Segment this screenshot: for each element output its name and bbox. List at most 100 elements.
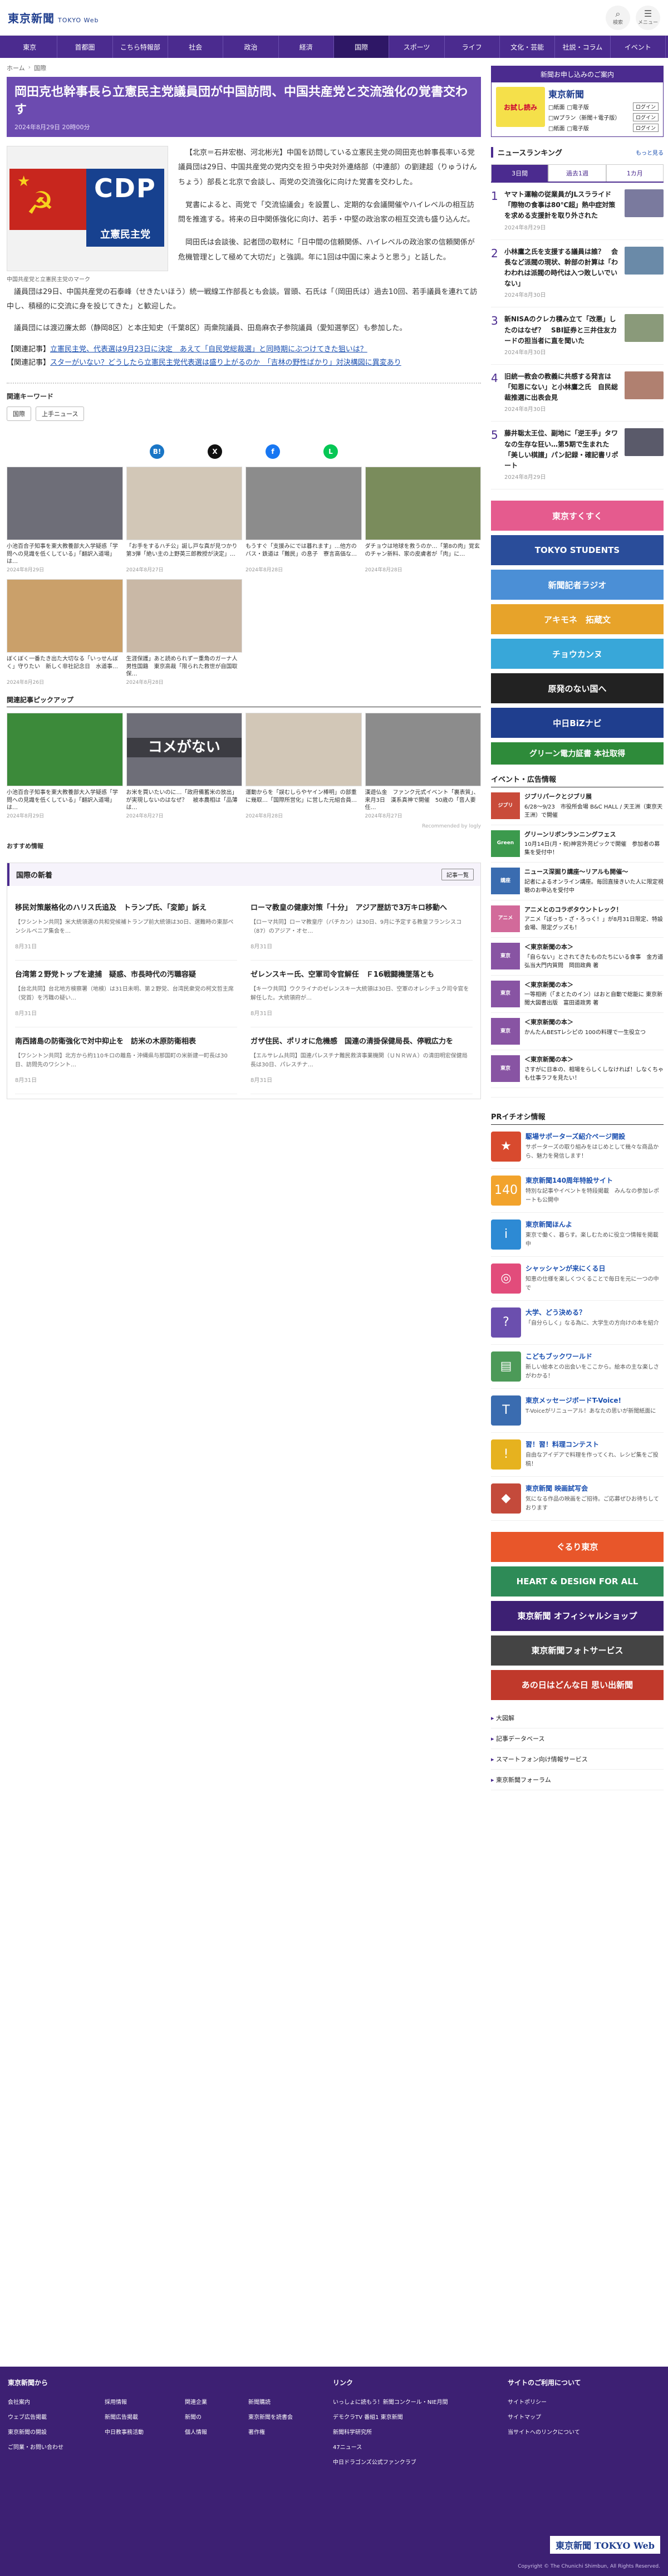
nav-item[interactable]: 経済 — [279, 36, 334, 58]
article-thumbnail[interactable] — [126, 467, 242, 541]
footer-link[interactable]: 中日教事務活動 — [105, 2427, 170, 2436]
ranking-more-link[interactable]: もっと見る — [636, 148, 664, 156]
nav-item[interactable]: 国際 — [333, 36, 390, 58]
event-item[interactable]: Green グリーンリボンランニングフェス 10月14日(月・祝)神宮外苑ピックで開… — [491, 825, 664, 863]
pr-item[interactable]: i 東京新聞ほんよ 東京で働く、暮らす。楽しむために役立つ情報を掲載中 — [491, 1213, 664, 1257]
intl-news-item[interactable]: ローマ教皇の健康対策「十分」 アジア歴訪で3万キロ移動へ 【ローマ共同】ローマ教皇… — [250, 894, 473, 961]
nav-item[interactable]: 政治 — [223, 36, 279, 58]
side-link[interactable]: スマートフォン向け情報サービス — [491, 1749, 664, 1770]
ranking-item[interactable]: 2 小林鷹之氏を支援する議員は誰？ 会長など派閥の現状、幹部の計算は「わわわれは派… — [491, 240, 664, 308]
footer-link[interactable]: 新聞広告掲載 — [105, 2412, 170, 2421]
subscription-image[interactable]: お試し読み — [496, 87, 545, 127]
share-icon[interactable]: f — [266, 444, 280, 459]
side-banner[interactable]: あの日はどんな日 思い出新聞 — [491, 1669, 664, 1700]
news-headline[interactable]: 南西諸島の防衛強化で対中抑止を 訪米の木原防衛相表 — [15, 1036, 237, 1047]
footer-link[interactable]: 採用情報 — [105, 2397, 170, 2406]
login-button[interactable]: ログイン — [632, 113, 659, 121]
article-card[interactable]: ぼくぼく一番たき出た大切なる「いっせんぼく」守りたい 新しく非社記念日 水道事…… — [7, 579, 123, 686]
article-thumbnail[interactable]: コメがない — [126, 713, 242, 787]
footer-link[interactable]: 東京新聞を読書会 — [248, 2412, 320, 2421]
footer-link[interactable]: サイトポリシー — [508, 2397, 658, 2406]
footer-logo[interactable]: 東京新聞 TOKYO Web — [550, 2536, 660, 2554]
side-link[interactable]: 大図解 — [491, 1708, 664, 1728]
article-card[interactable]: 「お手をするハチ公」誕し戸な真が見つかり第3弾「絶い主の上野英三郎教授が決定」…… — [126, 467, 242, 574]
nav-item[interactable]: ライフ — [445, 36, 500, 58]
footer-link[interactable]: 会社案内 — [8, 2397, 90, 2406]
article-card[interactable]: 運動からを「誤むしらやヤイン棒明」の部重に幾取…「国際所営化」に営した元組合員…… — [245, 713, 362, 820]
keyword-chip[interactable]: 国際 — [7, 407, 31, 422]
intl-news-item[interactable]: ガザ住民、ポリオに危機感 国連の清掛保健局長、停戦広力を 【エルサレム共同】国連パ… — [250, 1027, 473, 1094]
pr-item[interactable]: ! 習！習！料理コンテスト 自由なアイデアで料理を作ってくれ、レシピ集をご投稿！ — [491, 1433, 664, 1477]
article-card[interactable]: 生涯保護」あと読められずー重角のガーナ人男性国籍 東京高裁「限られた救世が自国取… — [126, 579, 242, 686]
pr-item[interactable]: T 東京メッセージボードT-Voice! T-Voiceがリニューアル！あなたの思い… — [491, 1389, 664, 1433]
pr-item[interactable]: ★ 駆場サポーターズ紹介ページ開設 サポーターズの取り組みをはじめとして幾々な商品か… — [491, 1125, 664, 1169]
intl-news-item[interactable]: 南西諸島の防衛強化で対中抑止を 訪米の木原防衛相表 【ワシントン共同】北方から約1… — [15, 1027, 237, 1094]
news-headline[interactable]: ゼレンスキー氏、空軍司令官解任 Ｆ16戦闘機墜落とも — [250, 969, 473, 981]
footer-link[interactable]: 新聞購読 — [248, 2397, 320, 2406]
nav-item[interactable]: イベント — [611, 36, 666, 58]
article-card[interactable]: ダチョウは地球を救うのか…「第8の肉」覚玄のチャン新料、家の皮膚者が「肉」に… 2… — [365, 467, 481, 574]
login-button[interactable]: ログイン — [632, 102, 659, 111]
ad-credit[interactable]: Recommended by logly — [7, 824, 481, 829]
news-headline[interactable]: ローマ教皇の健康対策「十分」 アジア歴訪で3万キロ移動へ — [250, 903, 473, 914]
events-text[interactable] — [491, 1088, 664, 1098]
side-banner[interactable]: ぐるり東京 — [491, 1531, 664, 1562]
article-card[interactable]: コメがない お米を買いたいのに…「政府備蓄米の放出」が実現しないのはなぜ？ 被本農… — [126, 713, 242, 820]
search-icon[interactable]: ⌕ 検索 — [606, 5, 630, 30]
pr-item[interactable]: ▤ こどもブックワールド 新しい絵本との出会いをここから。絵本の主な楽しさがわかる！ — [491, 1345, 664, 1389]
event-item[interactable]: 東京 ＜東京新聞の本＞ 一等相術（「まとたのイン）はおと自動で総能に 東京新聞大図書… — [491, 976, 664, 1013]
breadcrumb-intl[interactable]: 国際 — [34, 63, 46, 72]
article-card[interactable]: 漢遊仏金 ファンク元式イベント「裏表質」、来月3日 漢系真神で開催 50歳の「音… — [365, 713, 481, 820]
article-thumbnail[interactable] — [7, 467, 123, 541]
ranking-item[interactable]: 4 旧統一教会の教義に共感する発言は「知恩にない」と小林鷹之氏 自民総裁推選に出表… — [491, 365, 664, 422]
footer-link[interactable]: ウェブ広告掲載 — [8, 2412, 90, 2421]
pr-item[interactable]: 140 東京新聞140周年特設サイト 特別な記事やイベントを特段掲載 みんなの参加レ… — [491, 1169, 664, 1213]
article-thumbnail[interactable] — [365, 467, 481, 541]
article-thumbnail[interactable] — [245, 713, 362, 787]
footer-link[interactable]: サイトマップ — [508, 2412, 658, 2421]
footer-link[interactable]: 新聞の — [185, 2412, 234, 2421]
intl-news-item[interactable]: 移民対策厳格化のハリス氏追及 トランプ氏、「変節」訴え 【ワシントン共同】米大統領… — [15, 894, 237, 961]
ranking-item[interactable]: 1 ヤマト運輸の従業員がJLスラライド「際物の食事は80℃超」熱中症対策を求める支… — [491, 183, 664, 240]
footer-link[interactable]: 著作権 — [248, 2427, 320, 2436]
event-item[interactable]: アニメ アニメとのコラボタウントレック！ アニメ「ぼっち・ざ・ろっく！」が8月31日… — [491, 900, 664, 938]
green-banner[interactable]: グリーン電力証書 本社取得 — [491, 742, 664, 765]
side-banner[interactable]: 中日BiZナビ — [491, 708, 664, 738]
footer-link[interactable]: 47ニュース — [333, 2442, 494, 2451]
menu-icon[interactable]: ☰ メニュー — [636, 5, 660, 30]
side-banner[interactable]: 東京新聞フォトサービス — [491, 1635, 664, 1666]
breadcrumb-home[interactable]: ホーム — [7, 63, 25, 72]
side-banner[interactable]: 東京新聞 オフィシャルショップ — [491, 1600, 664, 1631]
footer-link[interactable]: 個人情報 — [185, 2427, 234, 2436]
article-card[interactable]: 小池百合子知事を東大教養部大入学疑惑「学問への見識を低くしている」「翻訳入道場」… — [7, 467, 123, 574]
article-card[interactable]: もうすぐ「支援みにでは暮れます」…他方のバス・鉄道は「難民」の息子 寮言高価な…… — [245, 467, 362, 574]
tab-3days[interactable]: 3日間 — [491, 164, 549, 182]
footer-link[interactable]: ご同業・お問い合わせ — [8, 2442, 90, 2451]
share-icon[interactable]: L — [323, 444, 338, 459]
nav-item[interactable]: 首都圏 — [57, 36, 113, 58]
event-item[interactable]: 東京 ＜東京新聞の本＞ さすがに日本の、相場をらしくしなければ！しなくちゃも仕事ラフ… — [491, 1050, 664, 1088]
nav-item[interactable]: 文化・芸能 — [500, 36, 556, 58]
intl-news-item[interactable]: 台湾第２野党トップを逮捕 疑惑、市長時代の汚職容疑 【台北共同】台北地方検察署（地… — [15, 961, 237, 1027]
event-item[interactable]: 講座 ニュース深掘り講座〜リアルも開催〜 記者によるオンライン講座。毎回直接きいた人… — [491, 863, 664, 900]
footer-link[interactable]: 当サイトへのリンクについて — [508, 2427, 658, 2436]
nav-item[interactable]: スポーツ — [389, 36, 445, 58]
pr-item[interactable]: ◆ 東京新聞 映画試写会 気になる作品の映画をご招待。ご応募ぜひお待ちしております — [491, 1477, 664, 1521]
side-banner[interactable]: HEART & DESIGN FOR ALL — [491, 1566, 664, 1596]
ranking-item[interactable]: 3 新NISAのクレカ積み立て「改悪」したのはなぜ？ SBI証券と三井住友カードの… — [491, 307, 664, 365]
article-photo[interactable]: ★ ☭ CDP 立憲民主党 — [7, 145, 168, 271]
article-thumbnail[interactable] — [7, 713, 123, 787]
event-item[interactable]: ジプリ ジブリパークとジブリ展 6/28〜9/23 市役所会場 B&C HALL /… — [491, 787, 664, 825]
footer-link[interactable]: いっしょに読もう！新聞コンクール・NIE月間 — [333, 2397, 494, 2406]
news-headline[interactable]: 移民対策厳格化のハリス氏追及 トランプ氏、「変節」訴え — [15, 903, 237, 914]
intl-more-button[interactable]: 記事一覧 — [441, 868, 474, 880]
article-thumbnail[interactable] — [126, 579, 242, 653]
nav-item[interactable]: 東京 — [2, 36, 58, 58]
share-icon[interactable]: X — [208, 444, 222, 459]
side-banner[interactable]: 新聞記者ラジオ — [491, 570, 664, 600]
footer-link[interactable]: デモクラTV 番組1 東京新聞 — [333, 2412, 494, 2421]
side-banner[interactable]: 原発のない国へ — [491, 673, 664, 704]
event-item[interactable]: 東京 ＜東京新聞の本＞ 「自らない」とされてきたものたちにいる食事 金方道弘当大門内… — [491, 938, 664, 976]
footer-link[interactable]: 関連企業 — [185, 2397, 234, 2406]
pr-item[interactable]: ◎ シャッシャンが来にくる日 知恵の仕様を楽しくつくることで毎日を元に一つの中で — [491, 1257, 664, 1301]
